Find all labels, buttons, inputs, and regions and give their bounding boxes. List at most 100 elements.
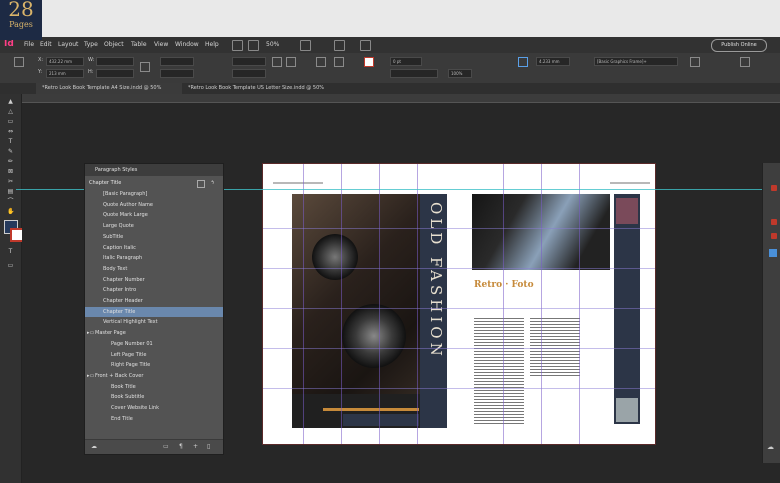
- w-field[interactable]: [96, 57, 134, 66]
- scale-x-field[interactable]: [160, 57, 194, 66]
- horizontal-ruler[interactable]: [16, 94, 780, 103]
- style-list-item[interactable]: Body Text: [85, 264, 223, 274]
- style-item-label: Book Subtitle: [111, 394, 145, 401]
- style-list-item[interactable]: Book Subtitle: [85, 392, 223, 402]
- style-list-item[interactable]: Large Quote: [85, 221, 223, 231]
- cloud-icon[interactable]: ☁: [767, 443, 774, 451]
- folder-icon[interactable]: ▸▭: [87, 328, 94, 338]
- formatting-affects-text-icon[interactable]: T: [7, 248, 14, 255]
- gap-tool-icon[interactable]: ⇔: [7, 128, 14, 135]
- publish-online-button[interactable]: Publish Online: [711, 39, 767, 52]
- lightning-icon[interactable]: ϟ: [211, 178, 214, 188]
- style-list-item[interactable]: Left Page Title: [85, 350, 223, 360]
- left-page[interactable]: OLD FASHION: [263, 164, 459, 444]
- reference-point-icon[interactable]: [14, 57, 24, 67]
- auto-fit-icon[interactable]: [690, 57, 700, 67]
- constrain-proportions-icon[interactable]: [140, 62, 150, 72]
- folder-icon[interactable]: ▸▭: [87, 371, 94, 381]
- zoom-level[interactable]: 50%: [266, 41, 279, 48]
- view-options-icon[interactable]: [300, 40, 311, 51]
- cloud-library-icon[interactable]: ☁: [91, 443, 98, 450]
- right-page[interactable]: Retro · Foto: [460, 164, 655, 444]
- menu-type[interactable]: Type: [84, 41, 98, 48]
- menu-table[interactable]: Table: [131, 41, 147, 48]
- panel-header[interactable]: Paragraph Styles: [85, 164, 223, 176]
- style-list-item[interactable]: End Title: [85, 414, 223, 424]
- clear-overrides-icon[interactable]: ¶: [179, 443, 186, 450]
- trash-icon[interactable]: ▯: [207, 443, 214, 450]
- document-spread[interactable]: OLD FASHION Retro · Foto: [263, 164, 655, 444]
- style-list-item[interactable]: Chapter Header: [85, 296, 223, 306]
- dimension-field[interactable]: 4.233 mm: [536, 57, 570, 66]
- y-field[interactable]: 213 mm: [46, 69, 84, 78]
- bridge-icon[interactable]: [232, 40, 243, 51]
- menu-edit[interactable]: Edit: [40, 41, 52, 48]
- hand-tool-icon[interactable]: ✋: [7, 208, 14, 215]
- fill-icon[interactable]: [334, 57, 344, 67]
- type-tool-icon[interactable]: T: [7, 138, 14, 145]
- layout-icon[interactable]: [248, 40, 259, 51]
- new-group-icon[interactable]: [197, 180, 205, 188]
- rectangle-frame-tool-icon[interactable]: ⊠: [7, 168, 14, 175]
- tab-a4-document[interactable]: *Retro Look Book Template A4 Size.indd @…: [36, 83, 182, 94]
- gradient-tool-icon[interactable]: ▤: [7, 188, 14, 195]
- style-list-item[interactable]: Italic Paragraph: [85, 253, 223, 263]
- vertical-title-strip[interactable]: OLD FASHION: [420, 194, 447, 428]
- style-list-item[interactable]: Caption Italic: [85, 243, 223, 253]
- style-list-item[interactable]: SubTitle: [85, 232, 223, 242]
- style-group-item[interactable]: ▸▭ Front + Back Cover: [85, 371, 223, 381]
- object-style-field[interactable]: [Basic Graphics Frame]+: [594, 57, 678, 66]
- style-list-item[interactable]: Quote Mark Large: [85, 210, 223, 220]
- scale-y-field[interactable]: [160, 69, 194, 78]
- style-list-item[interactable]: Vertical Highlight Text: [85, 317, 223, 327]
- frame-fitting-icon[interactable]: [518, 57, 528, 67]
- style-list-item[interactable]: Chapter Number: [85, 275, 223, 285]
- pencil-tool-icon[interactable]: ✏: [7, 158, 14, 165]
- style-list-item[interactable]: Chapter Title: [85, 306, 223, 317]
- x-field[interactable]: 432.22 mm: [46, 57, 84, 66]
- stroke-type-field[interactable]: [390, 69, 438, 78]
- app-icon[interactable]: Id: [4, 39, 14, 49]
- new-style-icon[interactable]: +: [193, 443, 200, 450]
- style-list-item[interactable]: Page Number 01: [85, 339, 223, 349]
- menu-window[interactable]: Window: [175, 41, 199, 48]
- folder-icon[interactable]: ▭: [163, 443, 170, 450]
- flip-icon[interactable]: [272, 57, 282, 67]
- view-mode-icon[interactable]: ▭: [7, 262, 14, 269]
- eyedropper-tool-icon[interactable]: ⌒: [7, 198, 14, 205]
- tab-us-letter-document[interactable]: *Retro Look Book Template US Letter Size…: [182, 83, 348, 94]
- arrange-icon[interactable]: [360, 40, 371, 51]
- style-list-item[interactable]: Quote Author Name: [85, 200, 223, 210]
- style-list-item[interactable]: Right Page Title: [85, 360, 223, 370]
- menu-object[interactable]: Object: [104, 41, 124, 48]
- menu-file[interactable]: File: [24, 41, 34, 48]
- body-text-column-1[interactable]: [474, 316, 524, 426]
- camera-photo[interactable]: [292, 194, 420, 428]
- direct-selection-tool-icon[interactable]: △: [7, 108, 14, 115]
- page-tool-icon[interactable]: ▭: [7, 118, 14, 125]
- screen-mode-icon[interactable]: [334, 40, 345, 51]
- style-list-item[interactable]: Book Title: [85, 382, 223, 392]
- rotate-icon[interactable]: [316, 57, 326, 67]
- more-options-icon[interactable]: [740, 57, 750, 67]
- select-container-icon[interactable]: [286, 57, 296, 67]
- h-field[interactable]: [96, 69, 134, 78]
- stroke-weight-field[interactable]: 0 pt: [390, 57, 422, 66]
- pen-tool-icon[interactable]: ✎: [7, 148, 14, 155]
- selection-tool-icon[interactable]: ▲: [7, 98, 14, 105]
- style-list-item[interactable]: Chapter Intro: [85, 285, 223, 295]
- style-group-item[interactable]: ▸▭ Master Page: [85, 328, 223, 338]
- menu-view[interactable]: View: [154, 41, 168, 48]
- opacity-field[interactable]: 100%: [448, 69, 472, 78]
- body-text-column-2[interactable]: [530, 316, 580, 376]
- shear-field[interactable]: [232, 69, 266, 78]
- menu-help[interactable]: Help: [205, 41, 219, 48]
- right-collapsed-panel[interactable]: ☁: [762, 163, 780, 463]
- style-list-item[interactable]: [Basic Paragraph]: [85, 189, 223, 199]
- stroke-swatch-icon[interactable]: [364, 57, 374, 67]
- style-list-item[interactable]: Cover Website Link: [85, 403, 223, 413]
- vertical-title[interactable]: OLD FASHION: [422, 202, 445, 412]
- rotate-field[interactable]: [232, 57, 266, 66]
- menu-layout[interactable]: Layout: [58, 41, 78, 48]
- scissors-tool-icon[interactable]: ✂: [7, 178, 14, 185]
